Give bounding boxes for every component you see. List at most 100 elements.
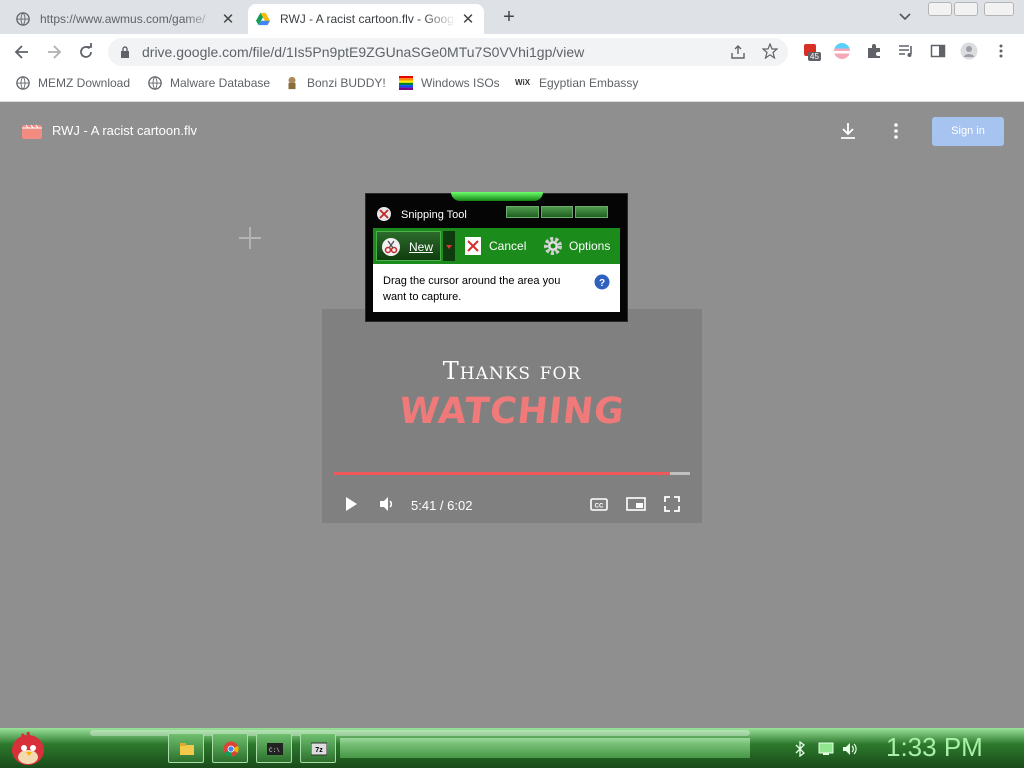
side-panel-icon[interactable] (930, 43, 946, 59)
network-icon[interactable] (818, 741, 834, 757)
gear-icon (544, 237, 562, 255)
bookmark-label: MEMZ Download (38, 76, 131, 90)
video-caption-line2: WATCHING (397, 391, 627, 432)
back-arrow-icon[interactable] (12, 42, 32, 62)
svg-text:C:\: C:\ (269, 747, 280, 754)
bookmark-label: Malware Database (170, 76, 271, 90)
globe-icon (148, 76, 162, 90)
bookmark-label: Egyptian Embassy (539, 76, 639, 90)
tab-title: https://www.awmus.com/game/ (40, 12, 206, 26)
windows-flag-icon (399, 76, 413, 90)
more-options-icon[interactable] (886, 121, 906, 141)
media-queue-icon[interactable] (898, 43, 914, 59)
star-bookmark-icon[interactable] (762, 43, 778, 59)
svg-text:CC: CC (595, 504, 604, 510)
fullscreen-icon[interactable] (663, 495, 681, 513)
globe-icon (16, 12, 30, 26)
globe-icon (16, 76, 30, 90)
snipping-message-area: Drag the cursor around the area you want… (373, 264, 620, 312)
lock-icon[interactable] (120, 46, 130, 58)
new-snip-button[interactable]: New (376, 231, 441, 261)
svg-text:7z: 7z (315, 747, 323, 754)
cancel-button[interactable]: Cancel (463, 231, 531, 261)
video-progress-bar[interactable] (334, 472, 690, 475)
crosshair-cursor-icon (239, 227, 261, 249)
address-bar[interactable]: drive.google.com/file/d/1Is5Pn9ptE9ZGUna… (108, 38, 788, 66)
bookmark-malware-database[interactable]: Malware Database (148, 76, 270, 90)
share-icon[interactable] (730, 44, 746, 60)
video-caption-line1: Thanks for (442, 357, 582, 385)
options-button[interactable]: Options (540, 231, 618, 261)
new-tab-button[interactable]: + (498, 6, 520, 28)
snipping-toolbar: New Cancel Options (373, 228, 620, 264)
browser-toolbar: drive.google.com/file/d/1Is5Pn9ptE9ZGUna… (0, 34, 1024, 70)
snip-maximize-button[interactable] (540, 206, 574, 218)
7zip-icon: 7z (311, 742, 327, 756)
help-icon[interactable]: ? (594, 274, 610, 290)
forward-arrow-icon[interactable] (44, 42, 64, 62)
file-explorer-icon (180, 743, 194, 755)
cancel-x-icon (465, 237, 481, 255)
minimize-window-button[interactable] (928, 2, 952, 16)
tab-title: RWJ - A racist cartoon.flv - Google Driv… (280, 12, 456, 26)
bookmark-memz-download[interactable]: MEMZ Download (16, 76, 130, 90)
taskbar-file-explorer[interactable] (168, 733, 204, 763)
snip-minimize-button[interactable] (506, 206, 539, 218)
closed-captions-icon[interactable]: CC (590, 495, 608, 513)
video-progress-fill (334, 472, 671, 475)
tab-awmus[interactable]: https://www.awmus.com/game/ ✕ (8, 4, 244, 34)
snipping-tool-icon (377, 207, 391, 221)
scissors-icon (382, 238, 400, 256)
video-player[interactable]: Thanks for WATCHING 5:41 / 6:02 CC (322, 309, 702, 523)
snipping-tool-window[interactable]: Snipping Tool New Cancel Options Drag th… (365, 192, 628, 322)
taskbar-command-prompt[interactable]: C:\ (256, 733, 292, 763)
chrome-icon (223, 741, 239, 757)
tab-close-icon[interactable]: ✕ (460, 10, 476, 28)
new-snip-label: New (409, 240, 434, 254)
chevron-down-icon[interactable] (896, 10, 914, 24)
taskbar-clock[interactable]: 1:33 PM (886, 732, 983, 763)
close-window-button[interactable] (984, 2, 1014, 16)
speaker-volume-icon[interactable] (842, 741, 858, 757)
start-button-angry-bird-icon[interactable] (8, 724, 48, 768)
new-snip-dropdown-icon[interactable] (443, 231, 455, 261)
profile-avatar-icon[interactable] (960, 42, 978, 60)
bookmark-windows-isos[interactable]: Windows ISOs (399, 76, 500, 90)
video-file-icon (22, 124, 42, 139)
bookmark-egyptian-embassy[interactable]: WiX Egyptian Embassy (515, 76, 638, 90)
url-text: drive.google.com/file/d/1Is5Pn9ptE9ZGUna… (142, 44, 585, 60)
tab-drive[interactable]: RWJ - A racist cartoon.flv - Google Driv… (248, 4, 484, 34)
picture-in-picture-icon[interactable] (626, 495, 646, 513)
svg-text:?: ? (599, 278, 605, 289)
taskbar: C:\ 7z 1:33 PM (0, 728, 1024, 768)
tab-strip: https://www.awmus.com/game/ ✕ RWJ - A ra… (0, 0, 1024, 34)
viewer-header: RWJ - A racist cartoon.flv Sign in (0, 103, 1024, 159)
puzzle-extensions-icon[interactable] (866, 43, 882, 59)
kebab-menu-icon[interactable] (996, 43, 1006, 59)
taskbar-highlight (340, 738, 750, 758)
taskbar-7zip[interactable]: 7z (300, 733, 336, 763)
snipping-instructions: Drag the cursor around the area you want… (383, 275, 561, 303)
tab-close-icon[interactable]: ✕ (220, 10, 236, 28)
bookmark-bonzi-buddy[interactable]: Bonzi BUDDY! (285, 76, 386, 90)
taskbar-chrome[interactable] (212, 733, 248, 763)
bookmark-label: Bonzi BUDDY! (307, 76, 386, 90)
extension-badge-count: 45 (808, 52, 821, 61)
bluetooth-icon[interactable] (792, 741, 808, 757)
flag-extension-icon[interactable] (834, 43, 850, 59)
volume-icon[interactable] (378, 495, 396, 513)
reload-icon[interactable] (76, 42, 96, 62)
bonzi-icon (288, 76, 296, 90)
play-icon[interactable] (342, 495, 360, 513)
command-prompt-icon: C:\ (267, 743, 283, 755)
maximize-window-button[interactable] (954, 2, 978, 16)
extension-badge-icon[interactable]: 45 (802, 42, 821, 61)
snip-close-button[interactable] (575, 206, 609, 218)
bookmarks-bar: MEMZ Download Malware Database Bonzi BUD… (0, 70, 1024, 102)
cancel-label: Cancel (489, 239, 527, 253)
video-time: 5:41 / 6:02 (411, 498, 473, 513)
snipping-tool-title: Snipping Tool (401, 209, 467, 221)
download-icon[interactable] (838, 121, 858, 141)
sign-in-button[interactable]: Sign in (932, 117, 1004, 146)
google-drive-icon (256, 12, 270, 26)
